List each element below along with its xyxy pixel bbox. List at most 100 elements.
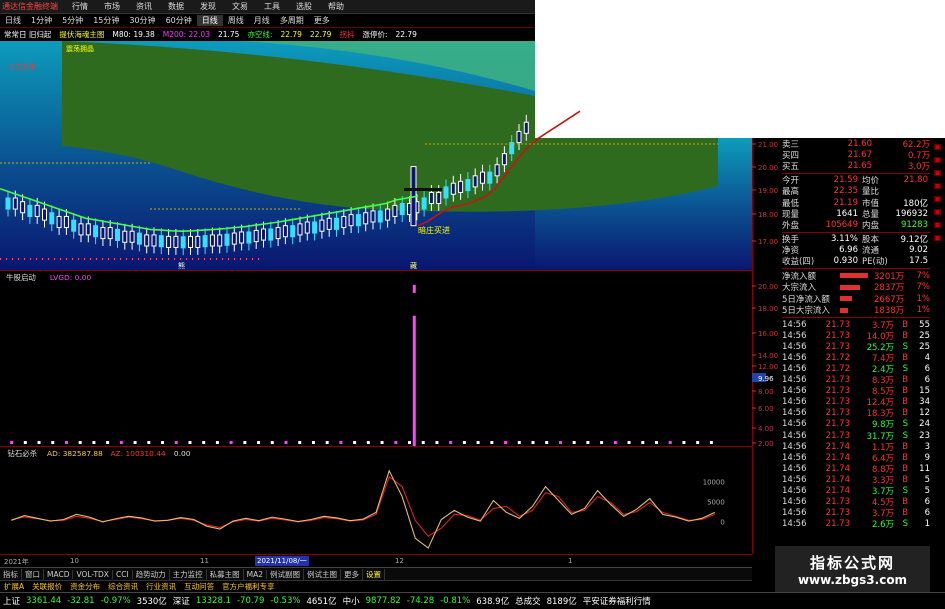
indicator-tab-7[interactable]: 私募主图 [207, 568, 244, 580]
fund-flow-value: 3201万 [874, 271, 905, 282]
tick-side: B [902, 452, 908, 463]
quote-ask-label: 买四 [782, 150, 800, 161]
quote-ask-volume: 62.2万 [902, 139, 930, 150]
status-sh-label[interactable]: 上证 [0, 595, 23, 607]
candle-body [85, 223, 91, 236]
candle-body [319, 219, 325, 232]
indicator-tab-11[interactable]: 更多 [341, 568, 364, 580]
indicator-tab-1[interactable]: 窗口 [22, 568, 44, 580]
x-tag-2: 藏 [410, 261, 417, 270]
sub1-dot [133, 441, 137, 445]
sub1-dot [462, 441, 466, 445]
sub1-dot [366, 441, 370, 445]
tick-price: 21.73 [825, 419, 850, 430]
fund-flow-value: 2837万 [874, 283, 905, 294]
spike-top [412, 284, 416, 293]
period-tab-9[interactable]: 多周期 [275, 15, 309, 26]
tick-count: 55 [919, 319, 930, 330]
quote-ask-label: 买五 [782, 161, 800, 172]
fund-flow-value: 1838万 [874, 306, 905, 317]
sub1-dot [161, 441, 165, 445]
sub1-dot [298, 441, 302, 445]
indicator-tab-0[interactable]: 指标 [0, 568, 22, 580]
indicator-tab-8[interactable]: MA2 [244, 569, 268, 579]
menu-item-data[interactable]: 数据 [160, 1, 192, 12]
side-icon-1[interactable]: ▣ [934, 142, 942, 151]
menu-item-help[interactable]: 帮助 [320, 1, 352, 12]
menu-item-news[interactable]: 资讯 [128, 1, 160, 12]
side-icon-3[interactable]: ▣ [934, 168, 942, 177]
tick-time: 14:56 [782, 419, 807, 430]
status-zx-label[interactable]: 中小 [340, 595, 363, 607]
main-candlestick-chart[interactable]: 暗庄买进 主力资本 震荡拥晶 熊 藏 [0, 41, 752, 270]
period-tab-3[interactable]: 15分钟 [88, 15, 124, 26]
side-icon-8[interactable]: ▣ [934, 233, 942, 242]
indicator-tab-5[interactable]: 趋势动力 [133, 568, 170, 580]
indicator-tab-10[interactable]: 例试主图 [304, 568, 342, 580]
tick-count: 6 [924, 375, 930, 386]
status-broker[interactable]: 平安证券福利行情 [580, 595, 654, 607]
tick-price: 21.73 [825, 341, 850, 352]
fund-flow-pct: 7% [916, 282, 931, 293]
sub1-axis-label-2: 16.00 [758, 330, 778, 338]
tick-price: 21.73 [825, 408, 850, 419]
info-tab-1[interactable]: 关联报价 [28, 581, 66, 592]
indicator-tab-3[interactable]: VOL-TDX [73, 569, 113, 579]
side-icon-2[interactable]: ▣ [934, 155, 942, 164]
tick-time: 14:56 [782, 341, 807, 352]
tick-row: 14:56 21.74 8.8万 B 11 [782, 463, 930, 475]
indicator-tab-4[interactable]: CCI [113, 569, 133, 579]
menu-item-screener[interactable]: 选股 [288, 1, 320, 12]
period-tab-5[interactable]: 60分钟 [161, 15, 197, 26]
side-icon-5[interactable]: ▣ [934, 194, 942, 203]
menu-item-tools[interactable]: 工具 [256, 1, 288, 12]
tick-count: 5 [924, 486, 930, 497]
indicator-tab-12[interactable]: 设置 [363, 568, 386, 580]
candle-body [144, 234, 150, 247]
fund-flow-label: 净流入额 [782, 271, 817, 282]
fund-flow-label: 5日净流入额 [782, 294, 830, 305]
info-tab-3[interactable]: 综合资讯 [104, 581, 142, 592]
status-zx-amount: 638.9亿 [476, 597, 510, 607]
side-icon-6[interactable]: ▣ [934, 207, 942, 216]
info-tab-2[interactable]: 资金分布 [66, 581, 104, 592]
side-icon-4[interactable]: ▣ [934, 181, 942, 190]
tick-row: 14:56 21.73 8.3万 B 6 [782, 375, 930, 386]
indicator-tab-2[interactable]: MACD [44, 569, 74, 579]
tick-time: 14:56 [782, 441, 807, 452]
menu-item-discover[interactable]: 发现 [192, 1, 224, 12]
indicator-tab-6[interactable]: 主力监控 [170, 568, 207, 580]
sub1-axis-label-8: 4.00 [758, 425, 774, 433]
tick-row: 14:56 21.72 2.4万 S 6 [782, 363, 930, 375]
info-tab-6[interactable]: 官方户福利专享 [218, 581, 279, 592]
x-label-4: 12 [395, 557, 404, 565]
info-tab-0[interactable]: 扩展A [0, 581, 28, 592]
sub-chart-oscillator[interactable]: 钻石必杀 AD: 382587.88 AZ: 100310.44 0.00 10… [0, 446, 752, 554]
side-icon-7[interactable]: ▣ [934, 220, 942, 229]
period-tab-4[interactable]: 30分钟 [124, 15, 160, 26]
series-az-line [11, 475, 716, 537]
period-tab-8[interactable]: 月线 [249, 15, 275, 26]
tick-price: 21.74 [825, 486, 850, 497]
indicator-tab-9[interactable]: 例试副图 [267, 568, 305, 580]
info-tab-4[interactable]: 行业资讯 [142, 581, 180, 592]
period-tab-0[interactable]: 日线 [0, 15, 26, 26]
menu-item-trade[interactable]: 文易 [224, 1, 256, 12]
tick-side: B [902, 508, 908, 519]
period-tab-1[interactable]: 1分钟 [26, 15, 57, 26]
status-sz-label[interactable]: 深证 [170, 595, 193, 607]
sub1-dot [641, 441, 645, 445]
period-tab-6[interactable]: 日线 [196, 15, 223, 26]
sub-chart-volume[interactable]: 牛股启动 LVGD: 0.00 [0, 270, 752, 446]
menu-item-quotes[interactable]: 行情 [64, 1, 96, 12]
sub1-axis-label-9: 2.00 [758, 440, 774, 448]
quote-stat-label: 现量 [782, 209, 800, 220]
fund-flow-row: 大宗流入 2837万 7% [782, 282, 931, 294]
quote-stat-label2: 流通 [862, 246, 880, 257]
period-tab-7[interactable]: 周线 [223, 15, 249, 26]
period-tab-2[interactable]: 5分钟 [57, 15, 88, 26]
tick-time: 14:56 [782, 408, 807, 419]
info-tab-5[interactable]: 互动问答 [180, 581, 218, 592]
menu-item-market[interactable]: 市场 [96, 1, 128, 12]
period-tab-10[interactable]: 更多 [309, 15, 335, 26]
